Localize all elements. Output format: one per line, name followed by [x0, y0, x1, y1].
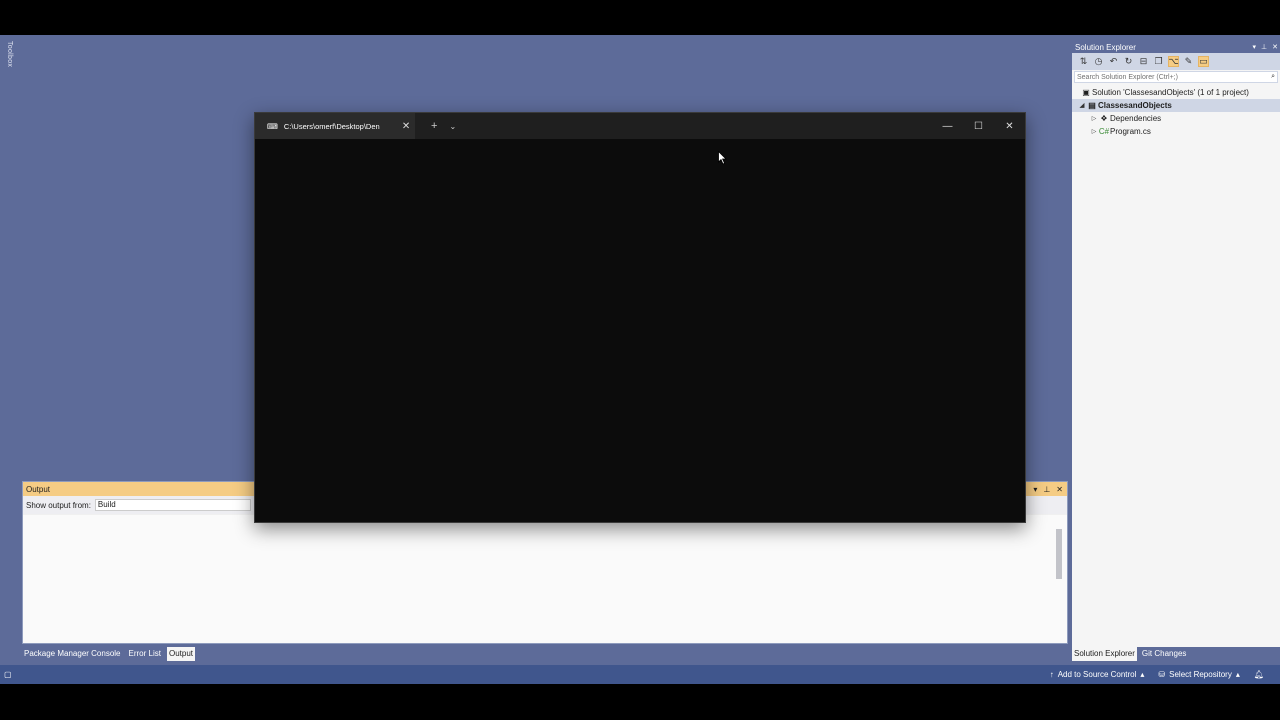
- history-icon[interactable]: ◷: [1093, 56, 1104, 67]
- status-ready-icon[interactable]: ▢: [0, 670, 12, 679]
- tree-item-program-cs[interactable]: ▷ C# Program.cs: [1072, 125, 1280, 138]
- add-to-source-control-label: Add to Source Control: [1057, 670, 1137, 679]
- solution-icon: ▣: [1082, 88, 1090, 97]
- status-bar: ▢ ↑ Add to Source Control ▴ ⛁ Select Rep…: [0, 665, 1280, 684]
- sync-icon[interactable]: ⇅: [1078, 56, 1089, 67]
- solution-explorer-tabs: Solution Explorer Git Changes: [1072, 647, 1188, 661]
- pin-icon[interactable]: ⊥: [1261, 43, 1267, 51]
- solution-explorer-header-icons: ▾ ⊥ ✕: [1253, 43, 1280, 51]
- close-tab-icon[interactable]: ✕: [402, 121, 410, 132]
- solution-explorer: Solution Explorer ▾ ⊥ ✕ ⇅ ◷ ↶ ↻ ⊟ ❐ ⌥ ✎ …: [1072, 41, 1280, 647]
- terminal-window: ⌨︎ C:\Users\omerf\Desktop\Den ✕ + ⌄ — ☐ …: [254, 112, 1026, 523]
- solution-label: Solution 'ClassesandObjects' (1 of 1 pro…: [1092, 88, 1249, 97]
- solution-explorer-title: Solution Explorer: [1075, 42, 1136, 52]
- close-button[interactable]: ✕: [994, 113, 1025, 139]
- output-title: Output: [26, 484, 51, 494]
- dropdown-icon[interactable]: ▾: [1033, 485, 1037, 494]
- terminal-tab-title: C:\Users\omerf\Desktop\Den: [283, 121, 380, 131]
- show-all-files-icon[interactable]: ❐: [1153, 56, 1164, 67]
- filter-icon[interactable]: ⌥: [1168, 56, 1179, 67]
- project-icon: ▤: [1088, 101, 1096, 110]
- tab-package-manager-console[interactable]: Package Manager Console: [22, 647, 123, 661]
- output-vertical-scrollbar[interactable]: [1055, 521, 1063, 639]
- properties-icon[interactable]: ✎: [1183, 56, 1194, 67]
- pin-icon[interactable]: ⊥: [1043, 485, 1050, 494]
- project-label: ClassesandObjects: [1098, 101, 1172, 110]
- expanded-arrow-icon[interactable]: ◢: [1078, 102, 1086, 109]
- tab-output[interactable]: Output: [166, 647, 195, 661]
- terminal-titlebar[interactable]: ⌨︎ C:\Users\omerf\Desktop\Den ✕ + ⌄ — ☐ …: [255, 113, 1025, 139]
- tab-error-list[interactable]: Error List: [127, 647, 163, 661]
- letterbox-top: [0, 0, 1280, 35]
- terminal-output-area[interactable]: [255, 139, 1025, 522]
- project-node[interactable]: ◢ ▤ ClassesandObjects: [1072, 99, 1280, 112]
- tree-item-label: Dependencies: [1110, 114, 1162, 123]
- chevron-up-icon: ▴: [1140, 670, 1145, 679]
- select-repository-label: Select Repository: [1169, 670, 1232, 679]
- minimize-button[interactable]: —: [932, 113, 963, 139]
- output-horizontal-scrollbar[interactable]: [27, 635, 1053, 641]
- solution-explorer-toolbar: ⇅ ◷ ↶ ↻ ⊟ ❐ ⌥ ✎ ▭: [1072, 53, 1280, 70]
- output-source-select[interactable]: Build: [94, 499, 251, 511]
- search-placeholder: Search Solution Explorer (Ctrl+;): [1077, 73, 1178, 81]
- toolbox-strip[interactable]: Toolbox: [0, 35, 20, 647]
- repository-icon: ⛁: [1158, 670, 1166, 679]
- maximize-button[interactable]: ☐: [963, 113, 994, 139]
- solution-tree: ▣ Solution 'ClassesandObjects' (1 of 1 p…: [1072, 84, 1280, 138]
- tree-item-label: Program.cs: [1110, 127, 1151, 136]
- search-icon[interactable]: ⌕: [1271, 73, 1277, 81]
- close-icon[interactable]: ✕: [1056, 485, 1063, 494]
- notifications-icon[interactable]: 🔔︎: [1254, 670, 1264, 679]
- dependencies-icon: ❖: [1100, 114, 1108, 123]
- bottom-tool-tabs: Package Manager Console Error List Outpu…: [22, 647, 195, 661]
- plus-icon[interactable]: +: [431, 120, 437, 132]
- back-icon[interactable]: ↶: [1108, 56, 1119, 67]
- show-output-from-label: Show output from:: [26, 500, 91, 510]
- tab-solution-explorer[interactable]: Solution Explorer: [1072, 647, 1137, 661]
- scrollbar-thumb[interactable]: [1056, 529, 1062, 579]
- terminal-icon: ⌨︎: [267, 121, 278, 131]
- tab-git-changes[interactable]: Git Changes: [1140, 647, 1188, 661]
- chevron-down-icon[interactable]: ⌄: [449, 122, 456, 131]
- collapse-all-icon[interactable]: ⊟: [1138, 56, 1149, 67]
- close-icon[interactable]: ✕: [1272, 43, 1278, 51]
- preview-icon[interactable]: ▭: [1198, 56, 1209, 67]
- letterbox-bottom: [0, 684, 1280, 720]
- output-text-area[interactable]: [23, 515, 1067, 643]
- dropdown-icon[interactable]: ▾: [1253, 43, 1257, 51]
- chevron-up-icon: ▴: [1235, 670, 1240, 679]
- solution-explorer-search-input[interactable]: Search Solution Explorer (Ctrl+;) ⌕: [1074, 71, 1278, 83]
- collapsed-arrow-icon[interactable]: ▷: [1090, 128, 1098, 135]
- toolbox-label[interactable]: Toolbox: [6, 41, 13, 67]
- refresh-icon[interactable]: ↻: [1123, 56, 1134, 67]
- window-controls: — ☐ ✕: [932, 113, 1025, 139]
- terminal-tab[interactable]: ⌨︎ C:\Users\omerf\Desktop\Den ✕: [255, 113, 415, 139]
- status-right-group: ↑ Add to Source Control ▴ ⛁ Select Repos…: [1050, 670, 1280, 679]
- select-repository-button[interactable]: ⛁ Select Repository ▴: [1158, 670, 1239, 679]
- solution-explorer-header: Solution Explorer ▾ ⊥ ✕: [1072, 41, 1280, 53]
- add-to-source-control-button[interactable]: ↑ Add to Source Control ▴: [1050, 670, 1145, 679]
- csharp-file-icon: C#: [1098, 127, 1110, 136]
- solution-node[interactable]: ▣ Solution 'ClassesandObjects' (1 of 1 p…: [1072, 86, 1280, 99]
- output-header-icons: ▾ ⊥ ✕: [1033, 485, 1067, 494]
- arrow-up-icon: ↑: [1049, 670, 1054, 679]
- collapsed-arrow-icon[interactable]: ▷: [1090, 115, 1098, 122]
- mouse-cursor-icon: [718, 151, 727, 165]
- tree-item-dependencies[interactable]: ▷ ❖ Dependencies: [1072, 112, 1280, 125]
